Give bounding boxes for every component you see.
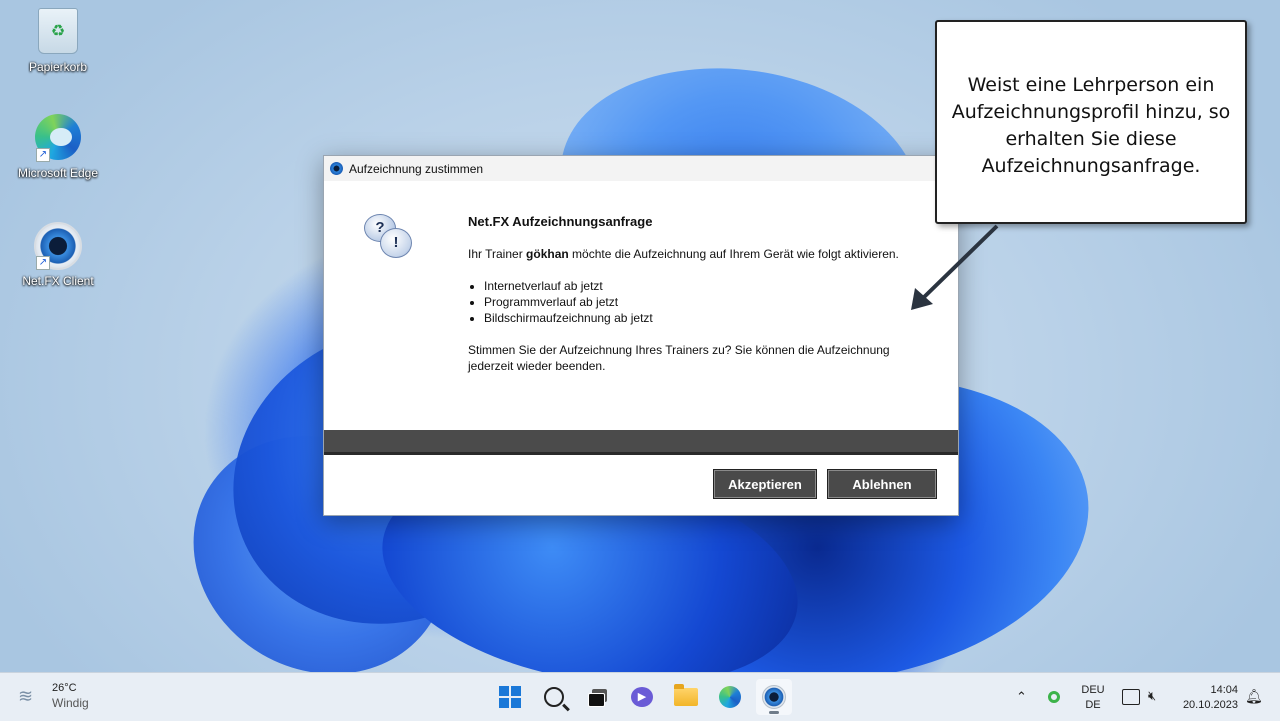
shortcut-arrow-icon: ↗	[36, 256, 50, 270]
notification-bell-icon[interactable]: 🔔︎	[1245, 688, 1263, 705]
desktop-icon-label: Net.FX Client	[22, 274, 94, 288]
network-icon[interactable]	[1122, 689, 1140, 705]
netfx-client-icon: ↗	[34, 222, 82, 270]
clock-time: 14:04	[1210, 684, 1238, 696]
recycle-bin-icon: ♻	[34, 8, 82, 56]
list-item: Bildschirmaufzeichnung ab jetzt	[484, 310, 938, 326]
accept-button[interactable]: Akzeptieren	[713, 469, 817, 499]
trainer-name: gökhan	[526, 247, 569, 261]
callout-text: Weist eine Lehrperson ein Aufzeichnungsp…	[951, 74, 1231, 177]
desktop-icon-label: Microsoft Edge	[17, 166, 99, 180]
dialog-title: Aufzeichnung zustimmen	[349, 161, 484, 176]
weather-temperature: 26°C	[52, 682, 77, 694]
volume-muted-icon[interactable]: 🔇︎	[1148, 688, 1156, 704]
netfx-client-icon	[762, 685, 786, 709]
taskbar-edge[interactable]	[712, 679, 748, 715]
start-button[interactable]	[492, 679, 528, 715]
question-bubbles-icon: ? !	[364, 214, 416, 266]
weather-widget[interactable]: ≋ 26°C Windig	[18, 681, 89, 711]
edge-icon: ↗	[34, 114, 82, 162]
edge-icon	[719, 686, 741, 708]
dialog-intro: Ihr Trainer gökhan möchte die Aufzeichnu…	[468, 247, 899, 261]
search-icon	[544, 687, 564, 707]
folder-icon	[674, 684, 698, 706]
desktop-icon-label: Papierkorb	[28, 60, 88, 74]
taskbar: ≋ 26°C Windig ▶ ⌃ DEU DE 🔇︎ 14:04 20.10.…	[0, 672, 1280, 721]
list-item: Internetverlauf ab jetzt	[484, 278, 938, 294]
clock-date: 20.10.2023	[1182, 699, 1238, 711]
dialog-titlebar[interactable]: Aufzeichnung zustimmen	[324, 156, 958, 181]
weather-condition: Windig	[52, 696, 89, 710]
desktop-icon-netfx-client[interactable]: ↗ Net.FX Client	[16, 222, 100, 288]
recording-items-list: Internetverlauf ab jetzt Programmverlauf…	[468, 278, 938, 326]
language-indicator[interactable]: DEU DE	[1080, 683, 1106, 713]
status-tray-icon[interactable]	[1048, 691, 1060, 703]
task-view-button[interactable]	[580, 679, 616, 715]
taskbar-search-button[interactable]	[536, 679, 572, 715]
shortcut-arrow-icon: ↗	[36, 148, 50, 162]
dialog-question: Stimmen Sie der Aufzeichnung Ihres Train…	[468, 343, 890, 373]
chat-icon: ▶	[631, 687, 653, 707]
keyboard-layout: DE	[1085, 699, 1101, 711]
taskbar-file-explorer[interactable]	[668, 679, 704, 715]
show-hidden-icons-chevron-icon[interactable]: ⌃	[1016, 689, 1027, 705]
dialog-separator-bar	[324, 430, 958, 455]
taskbar-netfx-client[interactable]	[756, 679, 792, 715]
task-view-icon	[588, 689, 608, 707]
recording-consent-dialog: Aufzeichnung zustimmen ? ! Net.FX Aufzei…	[323, 155, 959, 516]
windows-logo-icon	[499, 686, 521, 708]
desktop-icon-recycle-bin[interactable]: ♻ Papierkorb	[16, 8, 100, 74]
decline-button[interactable]: Ablehnen	[827, 469, 937, 499]
list-item: Programmverlauf ab jetzt	[484, 294, 938, 310]
dialog-heading: Net.FX Aufzeichnungsanfrage	[468, 214, 653, 229]
netfx-app-icon	[330, 162, 343, 175]
taskbar-clock[interactable]: 14:04 20.10.2023	[1178, 683, 1238, 713]
dialog-content: Net.FX Aufzeichnungsanfrage Ihr Trainer …	[468, 214, 938, 374]
language-code: DEU	[1081, 684, 1105, 696]
taskbar-teams-chat[interactable]: ▶	[624, 679, 660, 715]
callout-arrow-icon	[911, 224, 999, 310]
annotation-callout: Weist eine Lehrperson ein Aufzeichnungsp…	[935, 20, 1247, 224]
wind-icon: ≋	[18, 686, 34, 706]
desktop-icon-edge[interactable]: ↗ Microsoft Edge	[16, 114, 100, 180]
